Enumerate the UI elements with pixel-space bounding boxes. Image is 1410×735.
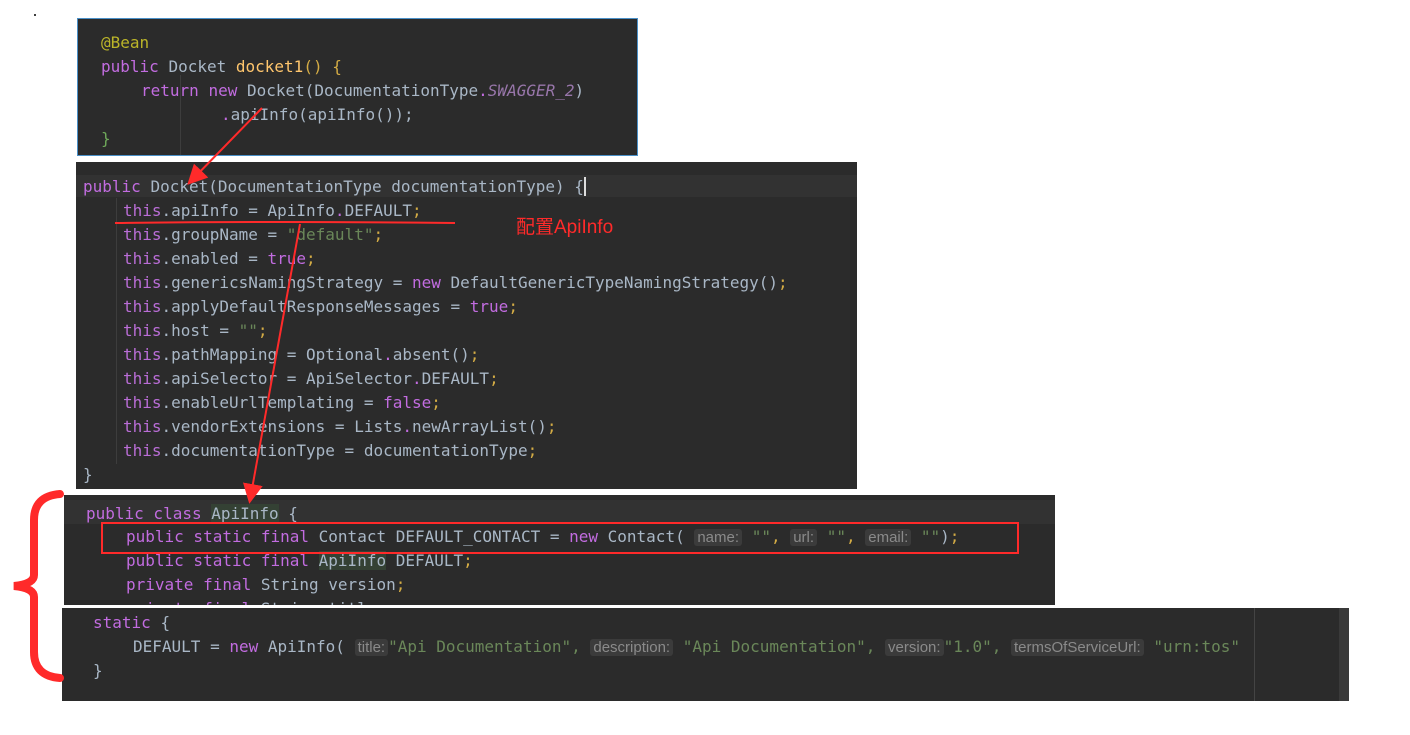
code-line-constructor-close: } [83, 465, 93, 484]
code-panel-static-block: static { DEFAULT = new ApiInfo( title: "A… [62, 608, 1349, 701]
param-hint-description: description: [590, 639, 674, 656]
code-line-this-apiselector: this.apiSelector = ApiSelector.DEFAULT; [123, 369, 499, 388]
code-line-this-pathmapping: this.pathMapping = Optional.absent(); [123, 345, 480, 364]
code-line-bean-annotation: @Bean [101, 33, 150, 52]
code-line-this-generics: this.genericsNamingStrategy = new Defaul… [123, 273, 788, 292]
code-panel-apiinfo-class: public class ApiInfo { public static fin… [64, 495, 1055, 605]
code-line-this-urltemplating: this.enableUrlTemplating = false; [123, 393, 441, 412]
code-line-this-host: this.host = ""; [123, 321, 268, 340]
code-line-docket-method: public Docket docket1() { [101, 57, 342, 76]
code-line-default-contact: public static final Contact DEFAULT_CONT… [126, 527, 960, 546]
code-line-this-vendorext: this.vendorExtensions = Lists.newArrayLi… [123, 417, 557, 436]
code-panel-docket-bean: @Bean public Docket docket1() { return n… [77, 18, 638, 156]
code-line-constructor-header: public Docket(DocumentationType document… [83, 177, 596, 197]
param-hint-email: email: [865, 529, 912, 546]
code-line-this-apiinfo: this.apiInfo = ApiInfo.DEFAULT; [123, 201, 422, 220]
code-line-version-field: private final String version; [126, 575, 406, 594]
code-line-apiinfo-call: .apiInfo(apiInfo()); [221, 105, 414, 124]
code-line-static-open: static { [93, 613, 171, 632]
curly-brace [13, 490, 64, 682]
param-hint-url: url: [790, 529, 818, 546]
code-line-this-enabled: this.enabled = true; [123, 249, 316, 268]
param-hint-name: name: [694, 529, 743, 546]
code-line-class-header: public class ApiInfo { [86, 504, 298, 523]
annotation-note: 配置ApiInfo [516, 217, 614, 238]
code-line-return-docket: return new Docket(DocumentationType.SWAG… [141, 81, 585, 100]
code-line-this-groupname: this.groupName = "default"; [123, 225, 384, 244]
code-panel-docket-constructor: public Docket(DocumentationType document… [76, 162, 857, 489]
param-hint-version: version: [885, 639, 944, 656]
code-line-static-close: } [93, 661, 103, 680]
param-hint-tos: termsOfServiceUrl: [1011, 639, 1144, 656]
code-line-default-apiinfo: public static final ApiInfo DEFAULT; [126, 551, 473, 570]
param-hint-title: title: [354, 639, 389, 656]
code-line-default-new-apiinfo: DEFAULT = new ApiInfo( title: "Api Docume… [133, 637, 1241, 656]
code-line-this-applydefault: this.applyDefaultResponseMessages = true… [123, 297, 518, 316]
code-line-closing-brace: } [101, 129, 111, 148]
code-line-this-doctype: this.documentationType = documentationTy… [123, 441, 538, 460]
